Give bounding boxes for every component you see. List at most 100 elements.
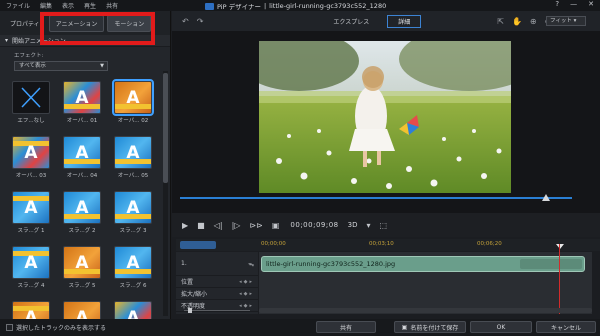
effect-scrollbar[interactable] <box>163 71 168 316</box>
timeline-scrollbar[interactable] <box>259 308 592 313</box>
effect-thumbnail[interactable]: A <box>63 246 101 279</box>
timeline-track-area[interactable]: little-girl-running-gc3793c552_1280.jpg <box>259 252 592 314</box>
cancel-button[interactable]: キャンセル <box>536 321 596 333</box>
chevron-down-icon[interactable]: ▾ <box>366 221 370 230</box>
menu-view[interactable]: 表示 <box>62 1 74 10</box>
prev-frame-icon[interactable]: ◁| <box>214 221 223 230</box>
effect-item[interactable]: A スラ...グ 3 <box>114 191 152 234</box>
letter-a-icon: A <box>75 88 89 108</box>
hand-tool-icon[interactable]: ✋ <box>512 17 522 26</box>
keyframe-icon[interactable]: ◂◆▸ <box>239 291 254 297</box>
row-label: 位置 <box>181 279 194 286</box>
express-mode-button[interactable]: エクスプレス <box>323 16 379 27</box>
effect-thumbnail[interactable]: A <box>63 81 101 114</box>
section-header[interactable]: ▾ 開始アニメーション <box>0 35 170 47</box>
effect-thumbnail[interactable]: A <box>12 136 50 169</box>
tab-properties[interactable]: プロパティ <box>4 16 46 31</box>
share-button[interactable]: 共有 <box>316 321 376 333</box>
letter-a-icon: A <box>126 88 140 108</box>
select-tool-icon[interactable]: ⇱ <box>497 17 504 26</box>
menu-play[interactable]: 再生 <box>84 1 96 10</box>
timeline-ruler[interactable]: 00;00;00 00;03;10 00;06;20 <box>259 239 592 251</box>
cancel-label: キャンセル <box>550 324 581 332</box>
menu-edit[interactable]: 編集 <box>40 1 52 10</box>
timeline-view-toggle[interactable] <box>180 241 216 249</box>
effect-item[interactable]: A スラ...グ 2 <box>63 191 101 234</box>
tab-animation[interactable]: アニメーション <box>48 14 105 32</box>
effect-label: オーバ... 04 <box>66 173 98 179</box>
save-as-button[interactable]: ▣ 名前を付けて保存 <box>394 321 466 333</box>
effect-thumbnail[interactable]: A <box>114 246 152 279</box>
effect-item[interactable]: A オーバ... 04 <box>63 136 101 179</box>
timeline-zoom-slider[interactable] <box>178 308 256 314</box>
ruler-label: 00;00;00 <box>261 241 286 247</box>
effect-filter-select[interactable]: すべて表示 ▼ <box>14 61 108 71</box>
effect-item[interactable]: A オーバ... 03 <box>12 136 50 179</box>
keyframe-row-position[interactable]: 位置 ◂◆▸ <box>176 276 258 288</box>
effect-label: オーバ... 05 <box>117 173 149 179</box>
chevron-down-icon: ▾ <box>573 18 577 24</box>
fast-forward-icon[interactable]: ⊳⊳ <box>249 221 262 230</box>
letter-a-icon: A <box>126 198 140 218</box>
minimize-button[interactable]: — <box>570 0 577 8</box>
effect-thumbnail[interactable] <box>12 81 50 114</box>
close-button[interactable]: ✕ <box>588 0 594 8</box>
stop-icon[interactable]: ■ <box>197 221 205 230</box>
effect-label: スラ...グ 2 <box>68 228 96 234</box>
playhead-line[interactable] <box>559 244 560 314</box>
effect-item[interactable]: エフ...なし <box>12 81 50 124</box>
next-frame-icon[interactable]: |▷ <box>232 221 241 230</box>
effect-thumbnail[interactable]: A <box>112 79 154 116</box>
ok-button[interactable]: OK <box>470 321 532 333</box>
effect-item[interactable]: A スラ...グ 5 <box>63 246 101 289</box>
ruler-label: 00;03;10 <box>369 241 394 247</box>
effect-item[interactable]: A オーバ... 02 <box>112 79 154 124</box>
zoom-in-icon[interactable]: ⊕ <box>530 17 537 26</box>
zoom-fit-value: フィット <box>550 18 572 24</box>
keyframe-icon[interactable]: ◂◆▸ <box>239 279 254 285</box>
play-icon[interactable]: ▶ <box>182 221 188 230</box>
effect-item[interactable]: A スラ...グ 1 <box>12 191 50 234</box>
section-title: 開始アニメーション <box>12 38 66 45</box>
zoom-fit-select[interactable]: フィット ▾ <box>546 16 586 26</box>
snapshot-icon[interactable]: ▣ <box>272 221 280 230</box>
playhead-handle[interactable] <box>556 244 564 249</box>
redo-icon[interactable]: ↷ <box>197 17 204 26</box>
effect-thumbnail[interactable]: A <box>12 191 50 224</box>
effect-thumbnail[interactable]: A <box>114 191 152 224</box>
undo-icon[interactable]: ↶ <box>182 17 189 26</box>
menu-share[interactable]: 共有 <box>106 1 118 10</box>
seek-knob[interactable] <box>542 194 550 201</box>
help-button[interactable]: ? <box>555 0 559 8</box>
effect-item[interactable]: A スラ...グ 4 <box>12 246 50 289</box>
menu-file[interactable]: ファイル <box>6 1 30 10</box>
3d-toggle[interactable]: 3D <box>348 221 358 229</box>
scrollbar-thumb[interactable] <box>163 73 168 183</box>
effect-thumbnail[interactable]: A <box>63 191 101 224</box>
tab-motion[interactable]: モーション <box>107 14 152 32</box>
selected-track-only-checkbox[interactable] <box>6 324 13 331</box>
effect-item[interactable]: A オーバ... 05 <box>114 136 152 179</box>
detail-mode-button[interactable]: 詳細 <box>387 14 422 28</box>
effect-item[interactable]: A オーバ... 01 <box>63 81 101 124</box>
preview-image[interactable] <box>259 41 511 193</box>
preview-seek-bar[interactable] <box>180 194 572 202</box>
left-panel: プロパティ アニメーション モーション ▾ 開始アニメーション エフェクト: す… <box>0 11 171 334</box>
save-icon: ▣ <box>401 323 408 331</box>
track-header[interactable]: 1. ᯓ <box>176 252 258 276</box>
effect-label: スラ...グ 3 <box>119 228 147 234</box>
ok-label: OK <box>496 323 506 331</box>
track-icon: ᯓ <box>248 260 254 268</box>
keyframe-row-scale[interactable]: 拡大/縮小 ◂◆▸ <box>176 288 258 300</box>
effect-thumbnail[interactable]: A <box>63 136 101 169</box>
effect-thumbnail[interactable]: A <box>114 136 152 169</box>
timeline-clip[interactable]: little-girl-running-gc3793c552_1280.jpg <box>261 256 585 272</box>
chevron-down-icon: ▼ <box>100 63 104 69</box>
row-label: 拡大/縮小 <box>181 291 208 298</box>
effect-thumbnail[interactable]: A <box>12 246 50 279</box>
timecode: 00;00;09;08 <box>290 221 339 229</box>
effect-item[interactable]: A スラ...グ 6 <box>114 246 152 289</box>
zoom-knob[interactable] <box>188 308 192 313</box>
fullscreen-icon[interactable]: ⬚ <box>379 221 387 230</box>
window-title: PiP デザイナー | little-girl-running-gc3793c5… <box>205 1 386 11</box>
